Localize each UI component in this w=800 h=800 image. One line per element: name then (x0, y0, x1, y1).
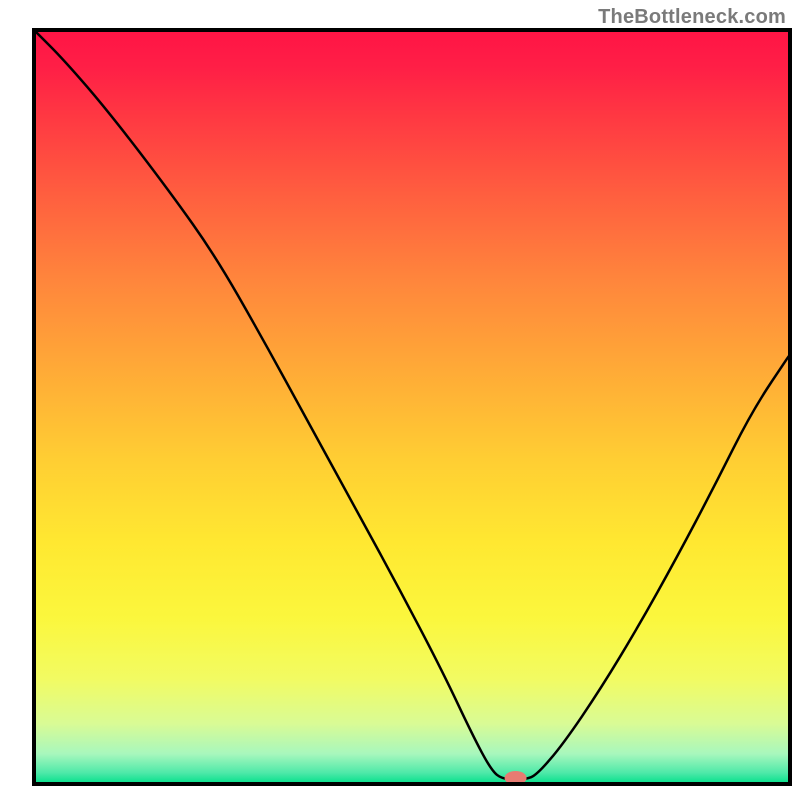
gradient-background (34, 30, 790, 784)
bottleneck-chart (0, 0, 800, 800)
chart-container: { "watermark": "TheBottleneck.com", "plo… (0, 0, 800, 800)
plot-area (34, 30, 790, 785)
